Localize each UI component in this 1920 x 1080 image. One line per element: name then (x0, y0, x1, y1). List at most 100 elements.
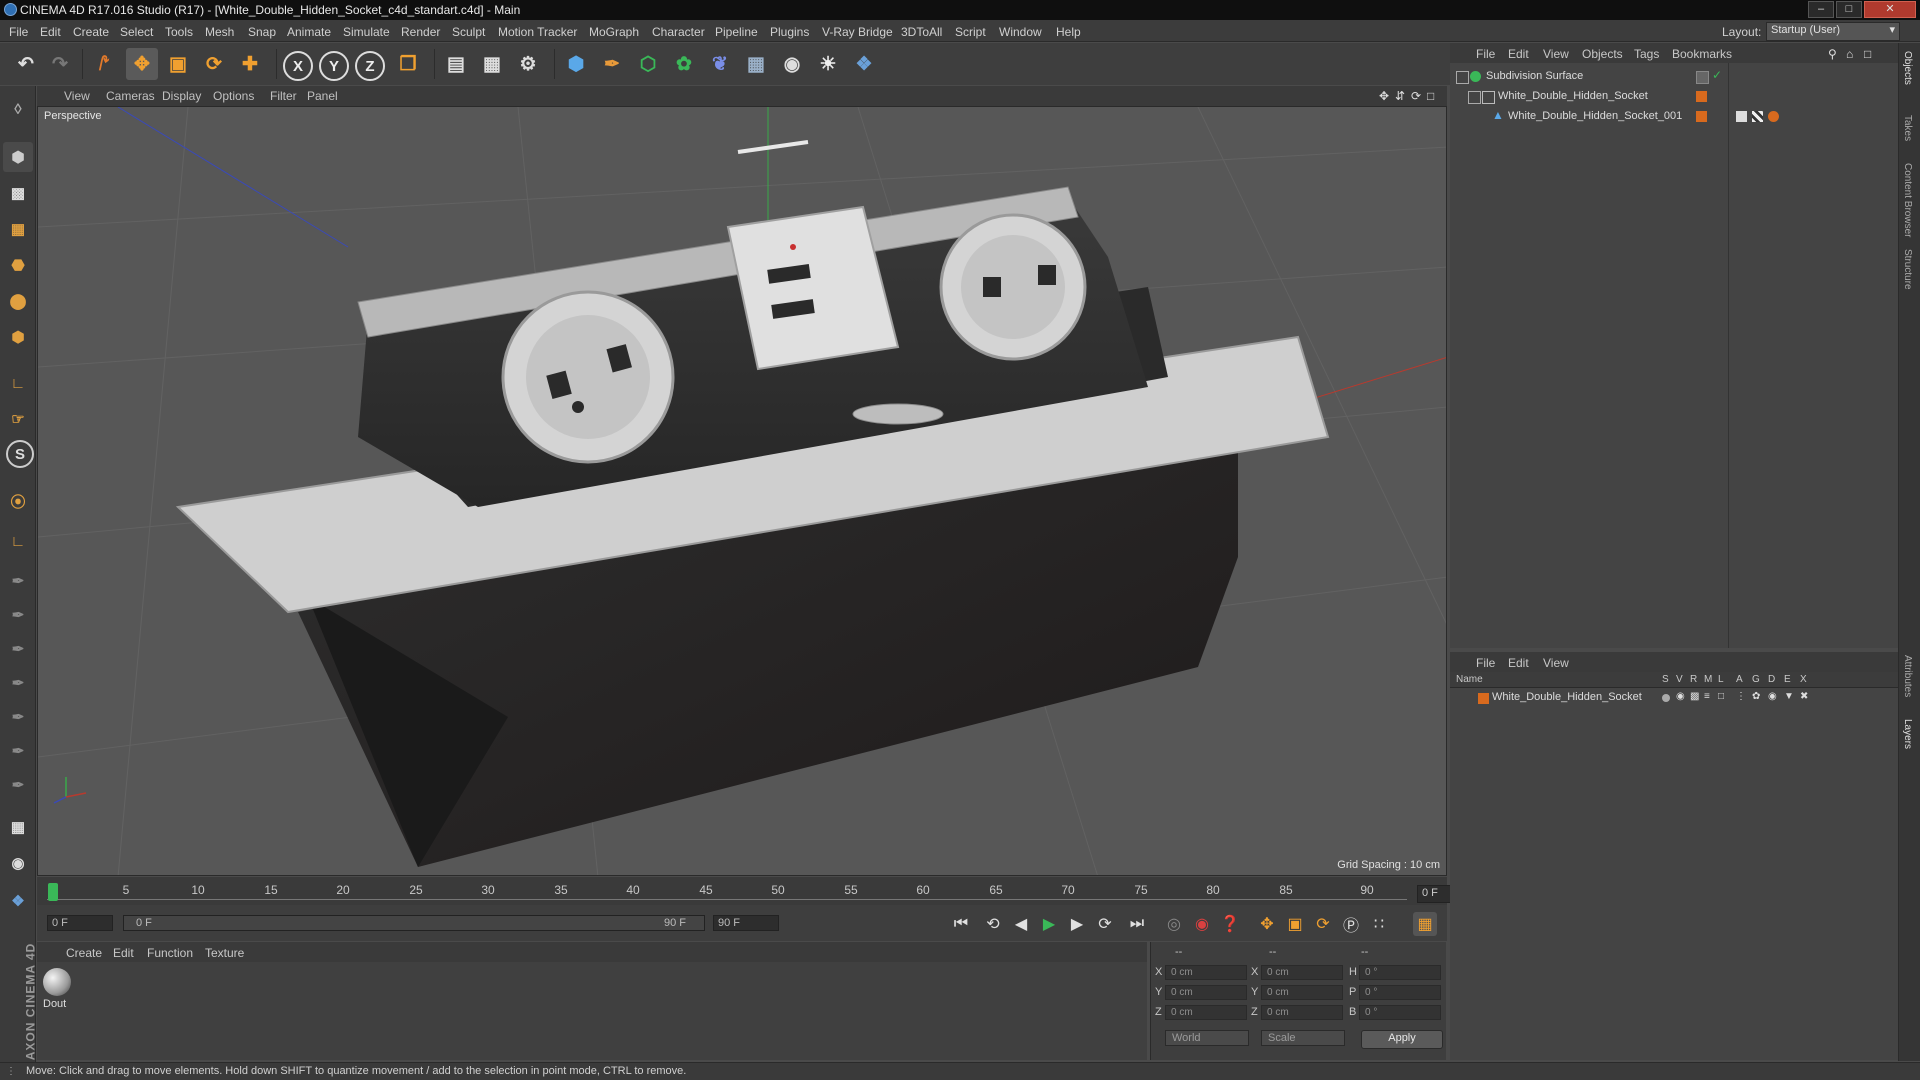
record-keys-icon[interactable]: ◎ (1162, 912, 1186, 936)
apply-button[interactable]: Apply (1361, 1030, 1443, 1049)
menu-window[interactable]: Window (999, 25, 1042, 39)
om-menu-edit[interactable]: Edit (1508, 47, 1529, 61)
scale-tool-icon[interactable]: ▣ (162, 48, 194, 80)
go-to-start-icon[interactable]: ⏮ (949, 912, 973, 936)
coord-mode-select[interactable]: World (1165, 1030, 1249, 1046)
menu-motion-tracker[interactable]: Motion Tracker (498, 25, 577, 39)
material-menu-edit[interactable]: Edit (113, 946, 134, 960)
viewport-menu-filter[interactable]: Filter (270, 89, 297, 103)
key-scale-icon[interactable]: ▣ (1283, 912, 1307, 936)
move-tool-icon[interactable]: ✥ (126, 48, 158, 80)
tab-layers[interactable]: Layers (1902, 719, 1913, 749)
menu-mograph[interactable]: MoGraph (589, 25, 639, 39)
python-icon[interactable]: ❖ (848, 48, 880, 80)
menu-animate[interactable]: Animate (287, 25, 331, 39)
start-frame-field[interactable]: 0 F (47, 915, 113, 931)
deformer-bend-icon[interactable]: ❦ (704, 48, 736, 80)
camera-icon[interactable]: ◉ (776, 48, 808, 80)
menu-snap[interactable]: Snap (248, 25, 276, 39)
viewport-menu-panel[interactable]: Panel (307, 89, 338, 103)
edges-mode-icon[interactable]: ⬤ (3, 286, 33, 316)
keyframe-selection-icon[interactable]: ❓ (1218, 912, 1242, 936)
weld-tool-icon[interactable]: ✒ (3, 736, 33, 766)
python-script-icon[interactable]: ❖ (3, 886, 33, 916)
pos-y-field[interactable]: 0 cm (1165, 985, 1247, 1000)
menu-help[interactable]: Help (1056, 25, 1081, 39)
menu-vray-bridge[interactable]: V-Ray Bridge (822, 25, 893, 39)
om-menu-tags[interactable]: Tags (1634, 47, 1659, 61)
menu-file[interactable]: File (9, 25, 28, 39)
array-cloner-icon[interactable]: ✿ (668, 48, 700, 80)
collapse-icon[interactable] (1456, 71, 1469, 84)
solo-mode-icon[interactable]: ◉ (3, 848, 33, 878)
menu-create[interactable]: Create (73, 25, 109, 39)
material-thumbnail[interactable] (43, 968, 71, 996)
menu-tools[interactable]: Tools (165, 25, 193, 39)
layout-select[interactable]: Startup (User) ▾ (1766, 22, 1900, 41)
x-axis-lock-button[interactable]: X (283, 51, 313, 81)
points-mode-icon[interactable]: ⬣ (3, 250, 33, 280)
viewport-move-icon[interactable]: ✥ (1379, 89, 1389, 103)
workplane-icon[interactable]: ▦ (3, 214, 33, 244)
rot-b-field[interactable]: 0 ° (1359, 1005, 1441, 1020)
render-view-icon[interactable]: ▤ (440, 48, 472, 80)
menu-select[interactable]: Select (120, 25, 153, 39)
tab-takes[interactable]: Takes (1902, 115, 1913, 141)
manager-icon[interactable]: ≡ (1704, 691, 1715, 702)
size-y-field[interactable]: 0 cm (1261, 985, 1343, 1000)
menu-mesh[interactable]: Mesh (205, 25, 234, 39)
coordinate-system-icon[interactable]: ❐ (392, 48, 424, 80)
texture-mode-icon[interactable]: ▩ (3, 178, 33, 208)
material-menu-create[interactable]: Create (66, 946, 102, 960)
key-parameter-icon[interactable]: Ⓟ (1339, 912, 1363, 936)
timeline-window-icon[interactable]: ▦ (1413, 912, 1437, 936)
pos-x-field[interactable]: 0 cm (1165, 965, 1247, 980)
cube-primitive-icon[interactable]: ⬢ (560, 48, 592, 80)
pos-z-field[interactable]: 0 cm (1165, 1005, 1247, 1020)
z-axis-lock-button[interactable]: Z (355, 51, 385, 81)
menu-sculpt[interactable]: Sculpt (452, 25, 485, 39)
size-x-field[interactable]: 0 cm (1261, 965, 1343, 980)
search-icon[interactable]: ⚲ (1828, 47, 1837, 61)
undo-icon[interactable]: ↶ (10, 48, 42, 80)
previous-frame-icon[interactable]: ◀ (1009, 912, 1033, 936)
y-axis-lock-button[interactable]: Y (319, 51, 349, 81)
rot-p-field[interactable]: 0 ° (1359, 985, 1441, 1000)
expression-icon[interactable]: ▼ (1784, 691, 1795, 702)
om-menu-bookmarks[interactable]: Bookmarks (1672, 47, 1732, 61)
render-icon[interactable]: ▩ (1690, 691, 1701, 702)
next-key-icon[interactable]: ⟳ (1093, 912, 1117, 936)
menu-edit[interactable]: Edit (40, 25, 61, 39)
redo-icon[interactable]: ↷ (44, 48, 76, 80)
minimize-button[interactable]: – (1808, 1, 1834, 18)
viewport-maximize-icon[interactable]: □ (1427, 89, 1434, 103)
model-mode-icon[interactable]: ⬢ (3, 142, 33, 172)
lm-menu-file[interactable]: File (1476, 656, 1495, 670)
recent-tool-icon[interactable]: ✚ (234, 48, 266, 80)
brush-tool-icon[interactable]: ✒ (3, 566, 33, 596)
lock-icon[interactable]: □ (1718, 691, 1729, 702)
enabled-check-icon[interactable]: ✓ (1712, 68, 1723, 82)
spline-pen-icon[interactable]: ✒ (596, 48, 628, 80)
make-editable-icon[interactable]: ◊ (3, 94, 33, 124)
grid-lock-icon[interactable]: ▦ (3, 812, 33, 842)
tab-attributes[interactable]: Attributes (1902, 655, 1913, 697)
end-frame-field[interactable]: 90 F (713, 915, 779, 931)
bevel-tool-icon[interactable]: ✒ (3, 668, 33, 698)
viewport-menu-cameras[interactable]: Cameras (106, 89, 155, 103)
deformer-icon[interactable]: ◉ (1768, 691, 1779, 702)
layer-color-swatch[interactable] (1478, 693, 1489, 704)
phong-tag-icon[interactable] (1768, 111, 1779, 122)
viewport-zoom-icon[interactable]: ⇵ (1395, 89, 1405, 103)
new-view-icon[interactable]: □ (1864, 47, 1871, 61)
tab-content-browser[interactable]: Content Browser (1902, 163, 1913, 237)
key-position-icon[interactable]: ✥ (1255, 912, 1279, 936)
key-pla-icon[interactable]: ∷ (1367, 912, 1391, 936)
animation-icon[interactable]: ⋮ (1736, 691, 1747, 702)
om-menu-file[interactable]: File (1476, 47, 1495, 61)
next-frame-icon[interactable]: ▶ (1065, 912, 1089, 936)
playhead-marker[interactable] (48, 883, 58, 901)
size-z-field[interactable]: 0 cm (1261, 1005, 1343, 1020)
tab-structure[interactable]: Structure (1902, 249, 1913, 290)
timeline-ruler[interactable]: 0 5 10 15 20 25 30 35 40 45 50 55 60 65 … (37, 877, 1481, 905)
